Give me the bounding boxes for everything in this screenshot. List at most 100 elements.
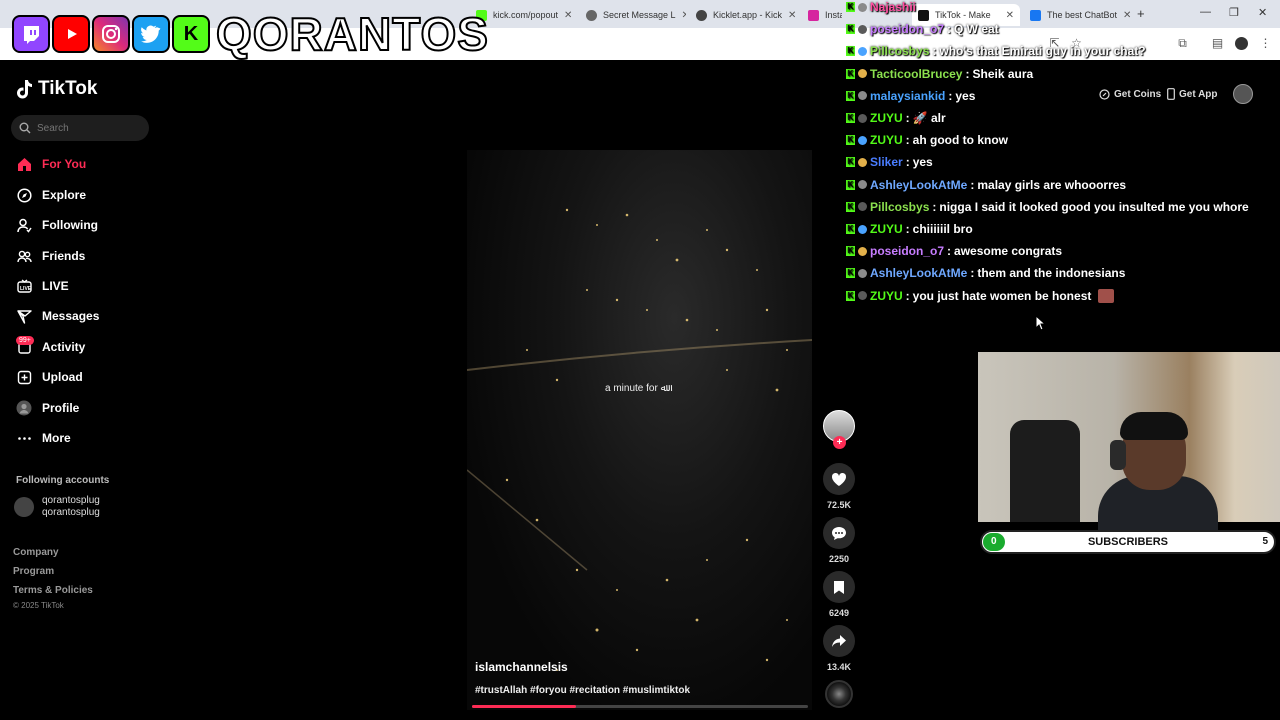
browser-tab[interactable]: Instagram • Mess (802, 4, 842, 26)
nav-profile[interactable]: Profile (16, 397, 79, 419)
chat-username[interactable]: poseidon_o7 (870, 244, 944, 258)
footer-terms-link[interactable]: Terms & Policies (13, 585, 93, 596)
chat-message: K AshleyLookAtMe: malay girls are whooorre… (846, 176, 1126, 194)
save-button[interactable] (823, 571, 855, 603)
chat-username[interactable]: ZUYU (870, 111, 903, 125)
get-coins-button[interactable]: Get Coins (1099, 84, 1161, 104)
extensions-icon[interactable]: ⧉ (1176, 37, 1189, 50)
mouse-cursor-icon (1035, 315, 1047, 331)
video-player[interactable] (467, 150, 812, 710)
share-button[interactable] (823, 625, 855, 657)
stream-overlay-logo: K QORANTOS (12, 6, 489, 62)
chat-username[interactable]: ZUYU (870, 222, 903, 236)
chat-badge-icon (858, 69, 867, 79)
coin-icon (1099, 88, 1110, 100)
footer-program-link[interactable]: Program (13, 566, 54, 577)
kick-badge-icon: K (846, 290, 855, 301)
chat-separator: : (947, 244, 952, 259)
chat-text: them and the indonesians (977, 266, 1126, 281)
chat-username[interactable]: Sliker (870, 155, 903, 169)
music-disc-icon[interactable] (825, 680, 853, 708)
chat-badge-icon (858, 2, 867, 12)
close-icon[interactable]: ✕ (1006, 10, 1014, 21)
chat-text: yes (955, 88, 976, 103)
chat-username[interactable]: Pillcosbys (870, 200, 929, 214)
nav-more[interactable]: More (16, 427, 71, 449)
tiktok-logo[interactable]: TikTok (16, 78, 97, 100)
video-author[interactable]: islamchannelsis (475, 660, 568, 674)
chat-message: K ZUYU: ah good to know (846, 131, 1008, 149)
menu-kebab-icon[interactable]: ⋮ (1259, 37, 1272, 50)
chat-separator: : (932, 44, 937, 59)
video-progress-bar[interactable] (472, 705, 808, 708)
search-input[interactable] (37, 122, 137, 134)
chat-separator: : (905, 133, 910, 148)
chat-message: K TacticoolBrucey: Sheik aura (846, 65, 1033, 83)
close-icon[interactable]: ✕ (788, 10, 796, 21)
subscriber-goal-bar: 0 SUBSCRIBERS 5 (980, 530, 1276, 554)
search-icon (19, 122, 31, 134)
new-tab-button[interactable]: + (1137, 6, 1145, 21)
chat-text: awesome congrats (954, 244, 1063, 259)
like-count: 72.5K (826, 500, 852, 510)
chat-username[interactable]: AshleyLookAtMe (870, 266, 967, 280)
close-icon[interactable]: ✕ (1123, 10, 1131, 21)
chat-text: Sheik aura (972, 66, 1034, 81)
browser-tab[interactable]: Kicklet.app - Kick ✕ (690, 4, 798, 26)
nav-messages[interactable]: Messages (16, 305, 99, 327)
following-account[interactable]: qorantosplug qorantosplug (14, 495, 100, 519)
following-icon (16, 217, 32, 233)
chat-separator: : (970, 177, 975, 192)
nav-explore[interactable]: Explore (16, 184, 86, 206)
browser-tab[interactable]: Secret Message L ✕ (580, 4, 686, 26)
nav-upload[interactable]: Upload (16, 366, 83, 388)
chat-badge-icon (858, 224, 867, 234)
search-box[interactable] (11, 115, 149, 141)
get-app-button[interactable]: Get App (1167, 84, 1218, 104)
chat-username[interactable]: TacticoolBrucey (870, 67, 962, 81)
chat-separator: : (932, 199, 937, 214)
nav-friends[interactable]: Friends (16, 245, 85, 267)
kick-badge-icon: K (846, 135, 855, 146)
close-window-button[interactable]: ✕ (1258, 6, 1267, 19)
save-count: 6249 (828, 608, 850, 618)
nav-for-you[interactable]: For You (16, 153, 86, 175)
profile-avatar-icon[interactable] (1235, 37, 1248, 50)
chat-username[interactable]: Pillcosbys (870, 44, 929, 58)
sidebar-icon[interactable]: ▤ (1211, 37, 1224, 50)
chat-separator: : (905, 111, 910, 125)
close-icon[interactable]: ✕ (682, 10, 686, 21)
chat-text: you just hate women be honest (912, 288, 1092, 303)
share-count: 13.4K (826, 662, 852, 672)
kick-badge-icon: K (846, 201, 855, 212)
chat-message: Kposeidon_o7: awesome congrats (846, 242, 1062, 260)
user-avatar[interactable] (1233, 84, 1253, 104)
nav-live[interactable]: LIVE LIVE (16, 275, 69, 297)
follow-plus-icon[interactable]: + (833, 436, 846, 449)
chat-username[interactable]: ZUYU (870, 133, 903, 147)
youtube-icon (52, 15, 90, 53)
minimize-button[interactable]: — (1200, 6, 1211, 18)
chat-text: yes (912, 155, 933, 170)
subscriber-label: SUBSCRIBERS (1087, 536, 1169, 548)
chat-username[interactable]: ZUYU (870, 289, 903, 303)
nav-following[interactable]: Following (16, 214, 98, 236)
chat-username[interactable]: Najashii (870, 0, 916, 14)
chat-username[interactable]: poseidon_o7 (870, 22, 944, 36)
like-button[interactable] (823, 463, 855, 495)
chat-message: K AshleyLookAtMe: them and the indonesians (846, 264, 1125, 282)
footer-company-link[interactable]: Company (13, 547, 59, 558)
comment-button[interactable] (823, 517, 855, 549)
heart-icon (831, 472, 847, 486)
stream-brand-name: QORANTOS (215, 7, 489, 61)
chat-message: K Najashii (846, 0, 916, 16)
kick-badge-icon: K (846, 157, 855, 168)
browser-tab[interactable]: The best ChatBot ✕ (1024, 4, 1132, 26)
close-icon[interactable]: ✕ (564, 10, 572, 21)
chat-message: K Pillcosbys: who's that Emirati guy in yo… (846, 42, 1146, 60)
chat-text: malay girls are whooorres (977, 177, 1127, 192)
maximize-button[interactable]: ❐ (1229, 6, 1239, 19)
chat-username[interactable]: AshleyLookAtMe (870, 178, 967, 192)
chat-username[interactable]: malaysiankid (870, 89, 945, 103)
video-hashtags[interactable]: #trustAllah #foryou #recitation #muslimt… (475, 685, 690, 696)
